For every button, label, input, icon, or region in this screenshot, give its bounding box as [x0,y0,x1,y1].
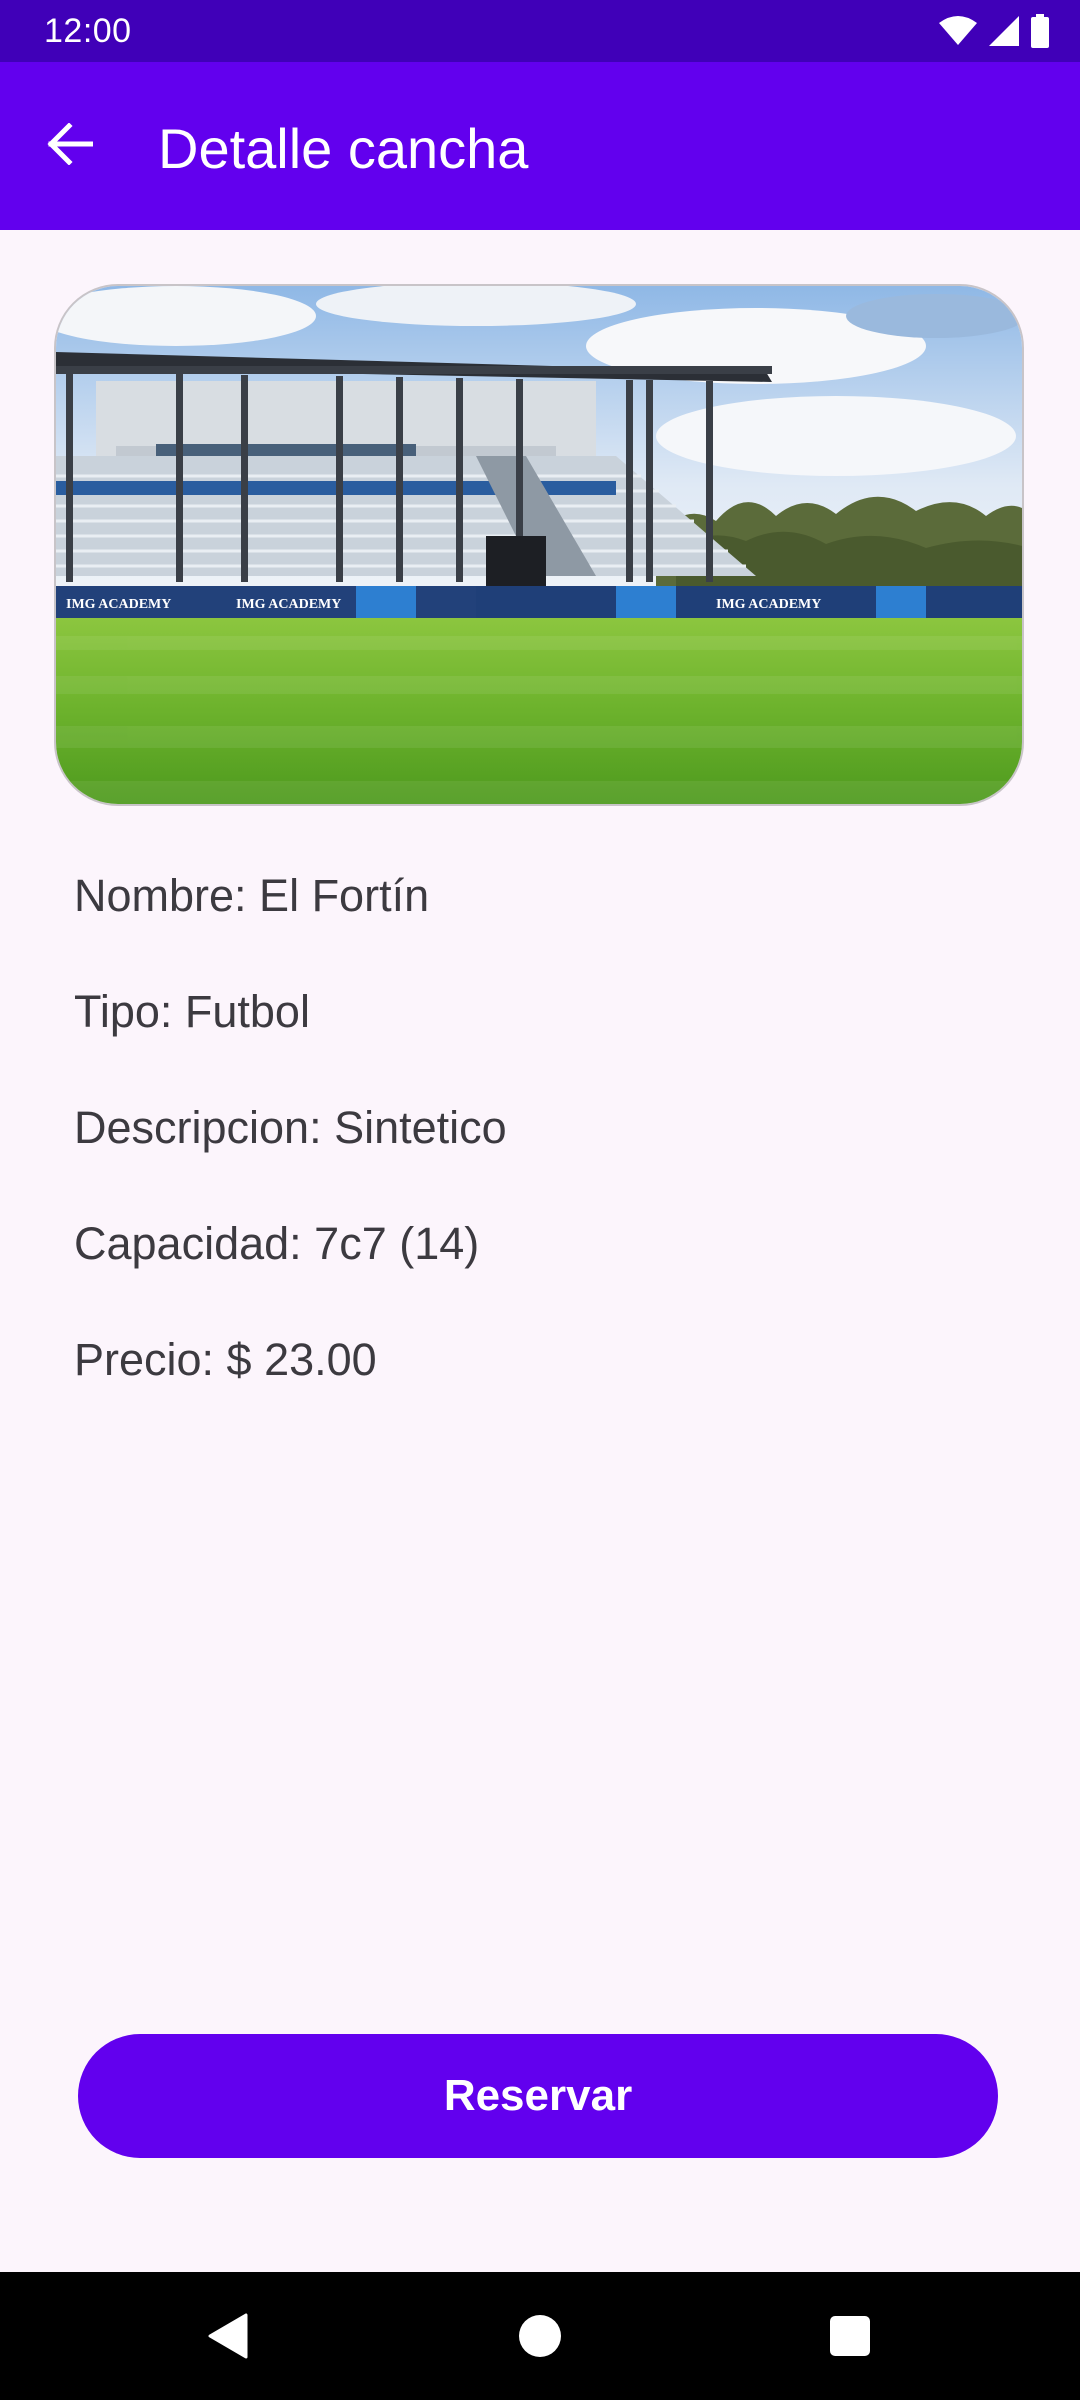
nav-back-button[interactable] [188,2298,268,2378]
banner-text: IMG ACADEMY [716,597,821,612]
nav-home-icon [518,2314,562,2363]
field-capacity: Capacidad: 7c7 (14) [74,1218,480,1269]
arrow-back-icon [47,121,94,170]
nav-recents-icon [829,2315,871,2362]
field-image: IMG ACADEMY IMG ACADEMY IMG ACADEMY [54,284,1024,806]
page-title: Detalle cancha [158,117,529,180]
field-price: Precio: $ 23.00 [74,1334,377,1385]
status-time: 12:00 [44,12,132,50]
system-nav-bar [0,2272,1080,2400]
back-button[interactable] [30,106,110,186]
wifi-icon [938,15,978,47]
nav-home-button[interactable] [500,2298,580,2378]
status-bar: 12:00 [0,0,1080,62]
signal-icon [988,15,1020,47]
banner-text: IMG ACADEMY [236,597,341,612]
status-icons [938,13,1050,49]
nav-recents-button[interactable] [810,2298,890,2378]
field-description: Descripcion: Sintetico [74,1102,507,1153]
banner-text: IMG ACADEMY [66,597,171,612]
app-bar: Detalle cancha [0,62,1080,230]
nav-back-icon [206,2313,250,2364]
battery-icon [1030,14,1050,48]
field-name: Nombre: El Fortín [74,870,430,921]
field-type: Tipo: Futbol [74,986,310,1037]
reserve-button[interactable]: Reservar [78,2034,998,2158]
